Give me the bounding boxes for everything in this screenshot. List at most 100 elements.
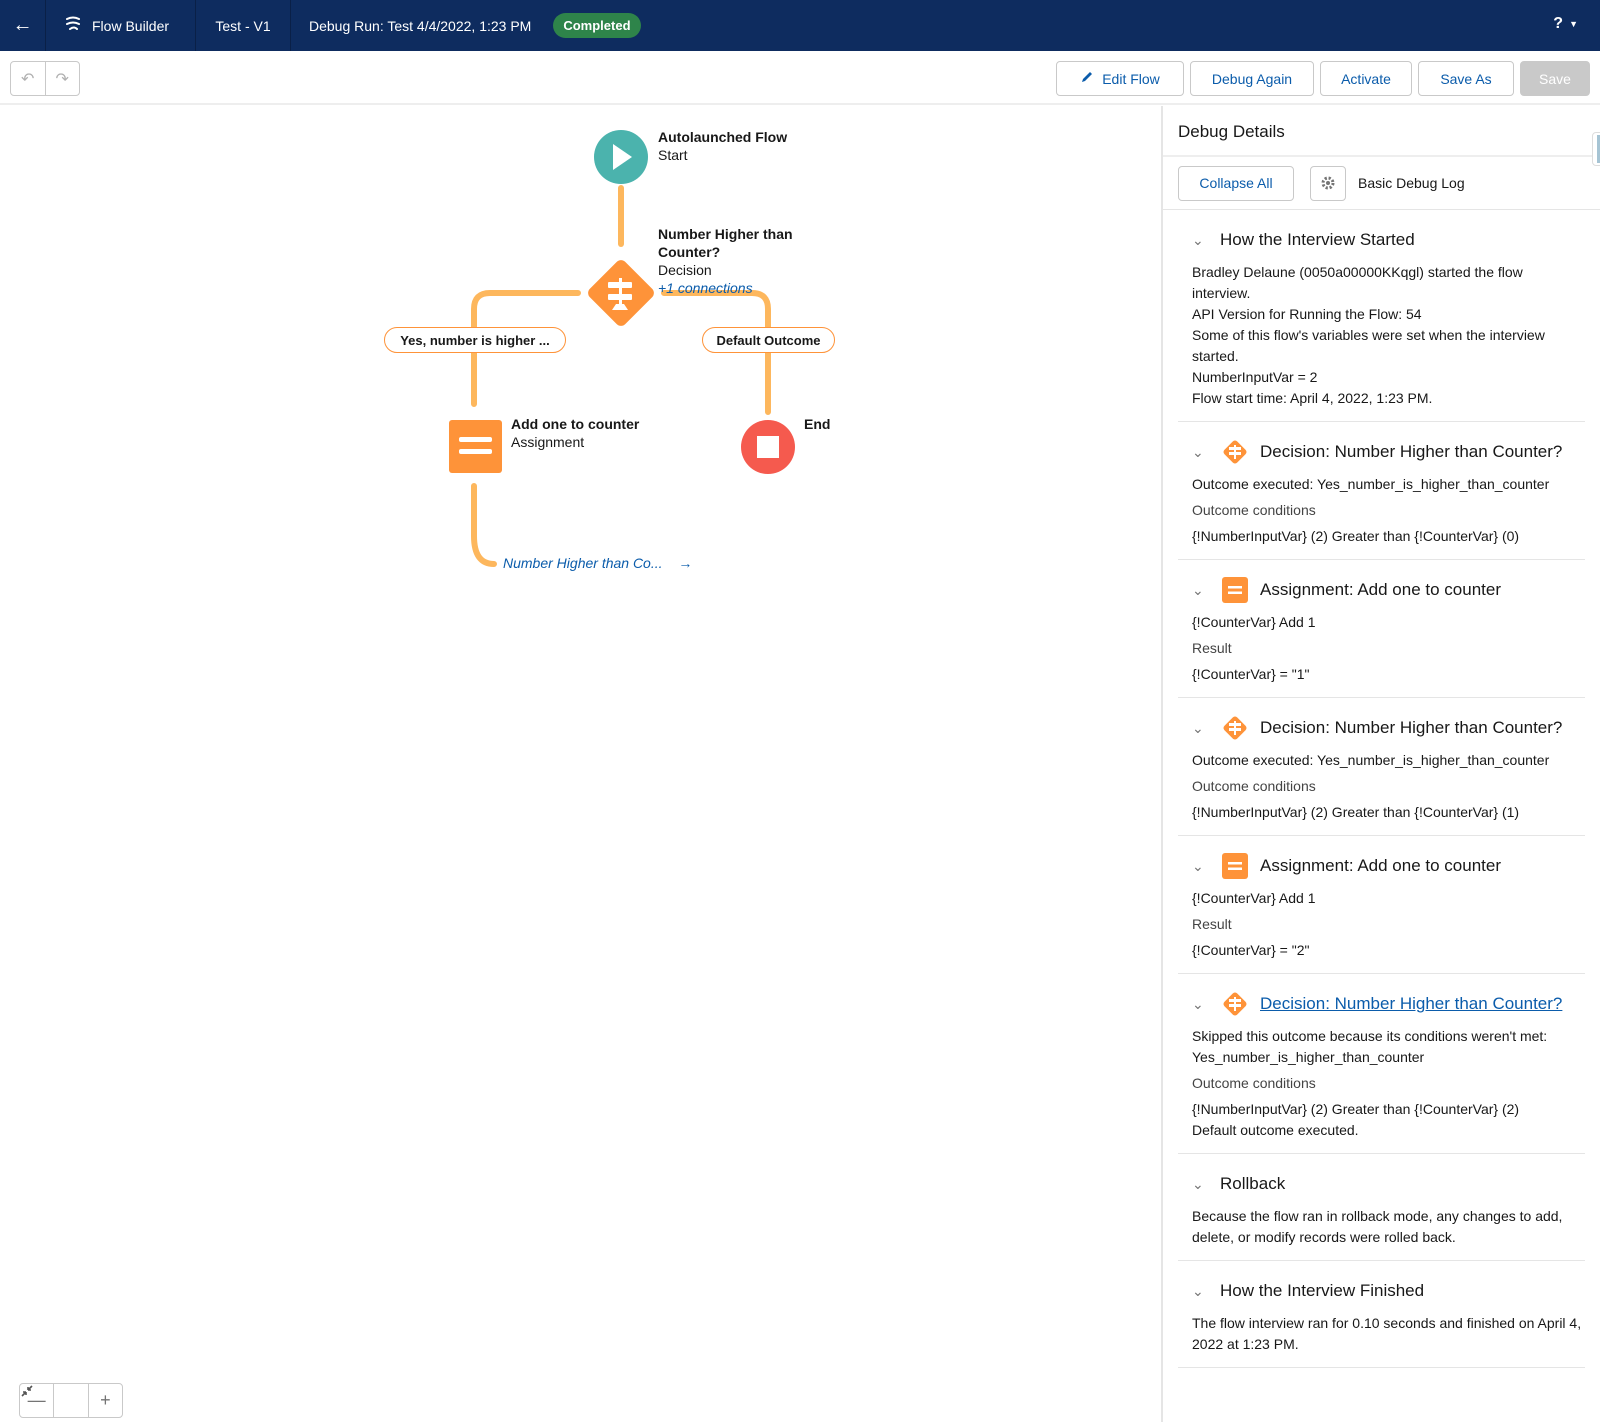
section-title: Decision: Number Higher than Counter? <box>1260 718 1563 737</box>
back-button[interactable]: ← <box>0 0 46 51</box>
app-brand: Flow Builder <box>46 0 196 51</box>
toolbar: ↶ ↷ Edit Flow Debug Again Activate Save … <box>0 51 1600 105</box>
caret-down-icon: ▼ <box>1569 19 1578 29</box>
log-line: Because the flow ran in rollback mode, a… <box>1192 1208 1563 1245</box>
save-as-button[interactable]: Save As <box>1418 61 1514 96</box>
panel-title: Debug Details <box>1163 106 1600 157</box>
panel-scroll-handle[interactable] <box>1592 132 1600 166</box>
arrow-left-icon: ← <box>12 14 33 36</box>
section-title: Assignment: Add one to counter <box>1260 856 1501 875</box>
decision-title-2: Counter? <box>658 244 721 260</box>
connections-link[interactable]: +1 connections <box>658 279 793 297</box>
log-label: Result <box>1192 640 1232 656</box>
help-menu[interactable]: ? ▼ <box>1553 15 1578 33</box>
assignment-node-label: Add one to counter Assignment <box>511 415 639 451</box>
section-decision: ⌄ Decision: Number Higher than Counter? … <box>1178 422 1585 560</box>
decision-icon <box>1220 713 1250 743</box>
log-line: {!NumberInputVar} (2) Greater than {!Cou… <box>1192 804 1520 820</box>
debug-sections: ⌄ How the Interview Started Bradley Dela… <box>1163 210 1600 1368</box>
log-line: {!CounterVar} Add 1 <box>1192 614 1316 630</box>
flow-diagram <box>449 130 795 567</box>
chevron-down-icon: ⌄ <box>1192 231 1204 248</box>
section-header[interactable]: ⌄ Decision: Number Higher than Counter? <box>1192 698 1585 750</box>
log-line: Bradley Delaune (0050a00000KKqgl) starte… <box>1192 264 1523 301</box>
section-title: How the Interview Started <box>1220 230 1415 249</box>
section-assignment: ⌄ Assignment: Add one to counter {!Count… <box>1178 836 1585 974</box>
log-line: Flow start time: April 4, 2022, 1:23 PM. <box>1192 390 1433 406</box>
fit-view-icon <box>21 1385 33 1397</box>
chevron-down-icon: ⌄ <box>1192 443 1204 460</box>
equals-icon <box>459 437 492 442</box>
section-title: Decision: Number Higher than Counter? <box>1260 442 1563 461</box>
decision-icon <box>1220 437 1250 467</box>
assignment-title: Add one to counter <box>511 416 640 432</box>
log-mode-label: Basic Debug Log <box>1358 175 1465 191</box>
log-line: Skipped this outcome because its conditi… <box>1192 1028 1548 1065</box>
save-button[interactable]: Save <box>1520 61 1590 96</box>
section-title: Rollback <box>1220 1174 1286 1193</box>
decision-node-label: Number Higher than Counter? Decision +1 … <box>658 225 793 297</box>
section-header[interactable]: ⌄ Rollback <box>1192 1154 1585 1206</box>
log-line: {!NumberInputVar} (2) Greater than {!Cou… <box>1192 1101 1520 1117</box>
section-title-link[interactable]: Decision: Number Higher than Counter? <box>1260 994 1562 1014</box>
collapse-all-button[interactable]: Collapse All <box>1178 165 1294 201</box>
decision-icon <box>1220 989 1250 1019</box>
run-title: Debug Run: Test 4/4/2022, 1:23 PM <box>309 17 532 34</box>
section-assignment: ⌄ Assignment: Add one to counter {!Count… <box>1178 560 1585 698</box>
section-header[interactable]: ⌄ How the Interview Started <box>1192 210 1585 262</box>
zoom-in-button[interactable]: + <box>87 1384 122 1417</box>
chevron-down-icon: ⌄ <box>1192 1282 1204 1299</box>
run-info: Debug Run: Test 4/4/2022, 1:23 PM Comple… <box>291 0 659 51</box>
log-line: {!CounterVar} Add 1 <box>1192 890 1316 906</box>
log-line: The flow interview ran for 0.10 seconds … <box>1192 1315 1582 1352</box>
arrow-right-icon: → <box>678 555 693 571</box>
section-header[interactable]: ⌄ Decision: Number Higher than Counter? <box>1192 974 1585 1026</box>
debug-again-button[interactable]: Debug Again <box>1190 61 1314 96</box>
redo-icon[interactable]: ↷ <box>46 62 80 95</box>
undo-icon[interactable]: ↶ <box>11 62 46 95</box>
log-line: NumberInputVar = 2 <box>1192 369 1318 385</box>
edit-flow-label: Edit Flow <box>1102 70 1160 87</box>
end-node-label: End <box>804 415 830 433</box>
section-header[interactable]: ⌄ Assignment: Add one to counter <box>1192 560 1585 612</box>
pencil-icon <box>1080 70 1094 87</box>
undo-redo-group: ↶ ↷ <box>10 61 80 96</box>
log-label: Result <box>1192 916 1232 932</box>
fit-to-view-button[interactable] <box>21 1384 87 1417</box>
goto-connector-link[interactable]: Number Higher than Co... → <box>503 555 692 571</box>
section-rollback: ⌄ Rollback Because the flow ran in rollb… <box>1178 1154 1585 1261</box>
edit-flow-button[interactable]: Edit Flow <box>1056 61 1184 96</box>
chevron-down-icon: ⌄ <box>1192 581 1204 598</box>
chevron-down-icon: ⌄ <box>1192 995 1204 1012</box>
start-node <box>594 130 648 184</box>
panel-tools: Collapse All Basic Debug Log <box>1163 157 1600 210</box>
log-line: Default outcome executed. <box>1192 1122 1359 1138</box>
debug-options-button[interactable] <box>1310 165 1346 201</box>
flow-version: Test - V1 <box>196 0 291 51</box>
stop-icon <box>757 436 779 458</box>
section-header[interactable]: ⌄ How the Interview Finished <box>1192 1261 1585 1313</box>
end-node <box>741 420 795 474</box>
chevron-down-icon: ⌄ <box>1192 719 1204 736</box>
goto-label: Number Higher than Co... <box>503 555 663 571</box>
section-title: How the Interview Finished <box>1220 1281 1425 1300</box>
assignment-icon <box>1220 851 1250 881</box>
outcome-yes-label[interactable]: Yes, number is higher ... <box>384 327 566 353</box>
log-label: Outcome conditions <box>1192 1075 1316 1091</box>
flow-canvas[interactable]: Autolaunched Flow Start Number Higher th… <box>0 106 1161 1422</box>
chevron-down-icon: ⌄ <box>1192 1175 1204 1192</box>
log-line: {!CounterVar} = "2" <box>1192 942 1310 958</box>
section-header[interactable]: ⌄ Assignment: Add one to counter <box>1192 836 1585 888</box>
assignment-node <box>449 420 502 473</box>
log-line: Outcome executed: Yes_number_is_higher_t… <box>1192 752 1550 768</box>
outcome-default-label[interactable]: Default Outcome <box>702 327 835 353</box>
start-title: Autolaunched Flow <box>658 129 788 145</box>
debug-details-panel: Debug Details Collapse All Basic Debug L… <box>1161 106 1600 1422</box>
activate-button[interactable]: Activate <box>1320 61 1412 96</box>
global-header: ← Flow Builder Test - V1 Debug Run: Test… <box>0 0 1600 51</box>
section-interview-started: ⌄ How the Interview Started Bradley Dela… <box>1178 210 1585 422</box>
flow-icon <box>64 15 82 36</box>
section-header[interactable]: ⌄ Decision: Number Higher than Counter? <box>1192 422 1585 474</box>
log-line: {!NumberInputVar} (2) Greater than {!Cou… <box>1192 528 1520 544</box>
log-line: API Version for Running the Flow: 54 <box>1192 306 1422 322</box>
